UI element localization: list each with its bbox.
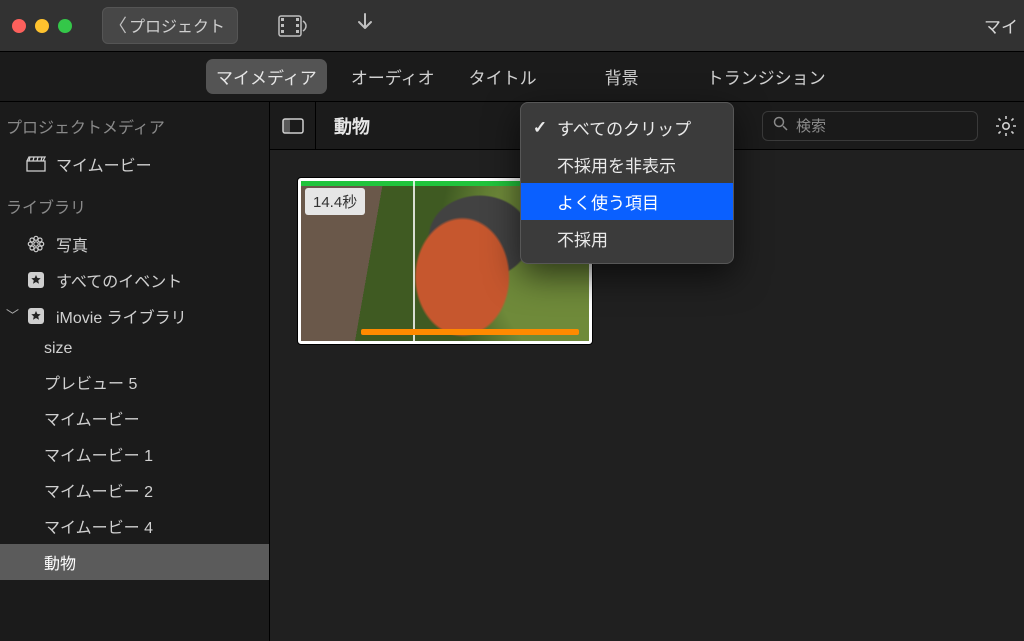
- sidebar-item-label: プレビュー 5: [44, 370, 137, 394]
- clip-used-range-bar: [361, 329, 579, 335]
- checkmark-icon: ✓: [531, 118, 549, 138]
- dropdown-item-label: よく使う項目: [557, 189, 659, 214]
- sidebar-item-all-events[interactable]: すべてのイベント: [0, 262, 269, 298]
- filter-option-all-clips[interactable]: ✓ すべてのクリップ: [521, 109, 733, 146]
- window-controls: [12, 19, 72, 33]
- search-field[interactable]: 検索: [762, 111, 978, 141]
- sidebar: プロジェクトメディア マイムービー ライブラリ 写真 すべてのイベント ﹀: [0, 102, 269, 641]
- dropdown-item-label: すべてのクリップ: [557, 115, 691, 140]
- sidebar-item-label: マイムービー 2: [44, 478, 153, 502]
- tab-audio[interactable]: オーディオ: [341, 59, 445, 94]
- sidebar-event-mymovie[interactable]: マイムービー: [0, 400, 269, 436]
- filter-option-hide-rejected[interactable]: 不採用を非表示: [521, 146, 733, 183]
- projects-back-label: プロジェクト: [129, 13, 225, 37]
- settings-gear-button[interactable]: [988, 115, 1024, 137]
- titlebar: 〈 プロジェクト マイ: [0, 0, 1024, 52]
- minimize-window-button[interactable]: [35, 19, 49, 33]
- sidebar-item-label: size: [44, 340, 72, 358]
- sidebar-event-preview5[interactable]: プレビュー 5: [0, 364, 269, 400]
- sidebar-item-label: 写真: [56, 232, 88, 256]
- projects-back-button[interactable]: 〈 プロジェクト: [102, 7, 238, 44]
- sidebar-event-size[interactable]: size: [0, 334, 269, 364]
- sidebar-item-label: iMovie ライブラリ: [56, 304, 187, 328]
- import-download-icon[interactable]: [356, 12, 374, 39]
- sidebar-event-mymovie1[interactable]: マイムービー 1: [0, 436, 269, 472]
- sidebar-section-project-media: プロジェクトメディア: [0, 102, 269, 146]
- close-window-button[interactable]: [12, 19, 26, 33]
- search-placeholder: 検索: [796, 115, 826, 136]
- media-filmstrip-icon[interactable]: [278, 15, 308, 37]
- sidebar-item-label: 動物: [44, 550, 76, 574]
- sidebar-event-animals[interactable]: 動物: [0, 544, 269, 580]
- chevron-left-icon: 〈: [109, 12, 127, 38]
- dropdown-item-label: 不採用: [557, 226, 608, 251]
- sidebar-section-libraries: ライブラリ: [0, 182, 269, 226]
- search-icon: [773, 116, 788, 135]
- flower-icon: [26, 235, 46, 253]
- clip-duration-badge: 14.4秒: [305, 188, 365, 215]
- tab-transitions[interactable]: トランジション: [697, 59, 836, 94]
- tab-my-media[interactable]: マイメディア: [206, 59, 327, 94]
- browser-title: 動物: [316, 113, 388, 139]
- media-tabbar: マイメディア オーディオ タイトル 背景 トランジション: [0, 52, 1024, 102]
- sidebar-item-label: マイムービー 4: [44, 514, 153, 538]
- clapperboard-icon: [26, 156, 46, 172]
- chevron-down-icon[interactable]: ﹀: [6, 305, 19, 324]
- dropdown-item-label: 不採用を非表示: [557, 152, 676, 177]
- title-right-truncated: マイ: [984, 13, 1018, 38]
- filter-option-rejected[interactable]: 不採用: [521, 220, 733, 257]
- sidebar-item-label: すべてのイベント: [56, 268, 182, 292]
- sidebar-item-label: マイムービー 1: [44, 442, 153, 466]
- main-area: プロジェクトメディア マイムービー ライブラリ 写真 すべてのイベント ﹀: [0, 102, 1024, 641]
- star-icon: [26, 307, 46, 325]
- star-icon: [26, 271, 46, 289]
- sidebar-event-mymovie4[interactable]: マイムービー 4: [0, 508, 269, 544]
- tab-titles[interactable]: タイトル: [459, 59, 547, 94]
- zoom-window-button[interactable]: [58, 19, 72, 33]
- toggle-sidebar-button[interactable]: [270, 102, 316, 149]
- sidebar-item-photos[interactable]: 写真: [0, 226, 269, 262]
- filter-option-favorites[interactable]: よく使う項目: [521, 183, 733, 220]
- tab-backgrounds[interactable]: 背景: [595, 59, 649, 94]
- clip-playhead[interactable]: [413, 181, 415, 341]
- sidebar-item-label: マイムービー: [56, 152, 152, 176]
- sidebar-event-mymovie2[interactable]: マイムービー 2: [0, 472, 269, 508]
- clip-filter-dropdown: ✓ すべてのクリップ 不採用を非表示 よく使う項目 不採用: [520, 102, 734, 264]
- sidebar-item-label: マイムービー: [44, 406, 140, 430]
- sidebar-item-my-movie[interactable]: マイムービー: [0, 146, 269, 182]
- sidebar-item-imovie-library[interactable]: ﹀ iMovie ライブラリ: [0, 298, 269, 334]
